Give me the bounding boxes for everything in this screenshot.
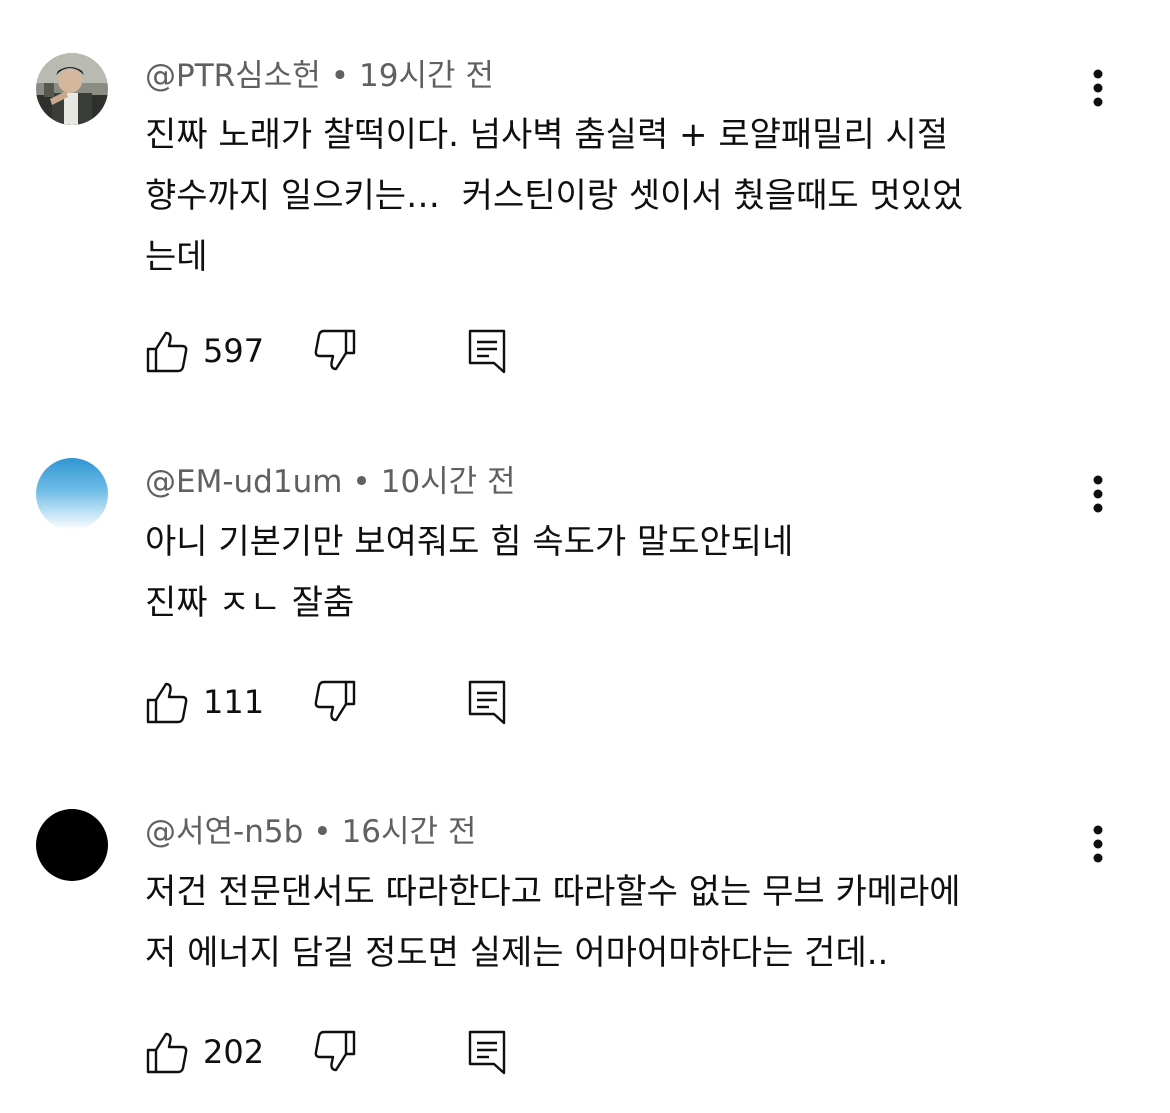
reply-button[interactable] (467, 326, 507, 376)
comment-actions: 111 (145, 677, 545, 727)
reply-button[interactable] (467, 677, 507, 727)
comment-meta: @서연-n5b • 16시간 전 (145, 812, 476, 852)
dislike-button[interactable] (313, 326, 357, 376)
avatar[interactable] (36, 53, 108, 125)
dislike-button[interactable] (313, 677, 357, 727)
comment-time[interactable]: 10시간 전 (381, 464, 516, 500)
thumbs-down-icon (314, 1030, 356, 1072)
comment-text: 저건 전문댄서도 따라한다고 따라할수 없는 무브 카메라에 저 에너지 담길 … (145, 872, 961, 973)
dislike-button[interactable] (313, 1027, 357, 1077)
more-options-button[interactable] (1080, 66, 1116, 110)
avatar-black (36, 809, 108, 881)
like-button[interactable]: 111 (145, 677, 264, 727)
thumbs-down-icon (314, 680, 356, 722)
comment-time[interactable]: 19시간 전 (359, 58, 494, 94)
thumbs-up-icon (146, 682, 188, 724)
comment-actions: 202 (145, 1027, 545, 1077)
comment-text: 아니 기본기만 보여줘도 힘 속도가 말도안되네 진짜 ㅈㄴ 잘춤 (145, 522, 794, 623)
more-vert-icon (1093, 475, 1103, 513)
comment-text: 진짜 노래가 찰떡이다. 넘사벽 춤실력 + 로얄패밀리 시절 향수까지 일으키… (145, 115, 964, 277)
more-options-button[interactable] (1080, 822, 1116, 866)
thumbs-up-icon (146, 331, 188, 373)
avatar-photo (36, 53, 108, 125)
like-count: 202 (203, 1033, 265, 1071)
reply-button[interactable] (467, 1027, 507, 1077)
meta-separator: • (313, 814, 332, 850)
avatar-gradient (36, 458, 108, 530)
comment-actions: 597 (145, 326, 545, 376)
like-button[interactable]: 202 (145, 1027, 264, 1077)
like-button[interactable]: 597 (145, 326, 264, 376)
like-count: 597 (203, 332, 265, 370)
thumbs-down-icon (314, 329, 356, 371)
comment-time[interactable]: 16시간 전 (342, 814, 477, 850)
more-vert-icon (1093, 69, 1103, 107)
thumbs-up-icon (146, 1032, 188, 1074)
comment-author[interactable]: @EM-ud1um (145, 464, 342, 500)
comment-author[interactable]: @PTR심소헌 (145, 58, 321, 94)
like-count: 111 (203, 683, 265, 721)
avatar[interactable] (36, 458, 108, 530)
more-vert-icon (1093, 825, 1103, 863)
more-options-button[interactable] (1080, 472, 1116, 516)
comment-meta: @EM-ud1um • 10시간 전 (145, 462, 516, 502)
meta-separator: • (352, 464, 371, 500)
reply-icon (468, 680, 506, 725)
comment-meta: @PTR심소헌 • 19시간 전 (145, 56, 494, 96)
reply-icon (468, 329, 506, 374)
reply-icon (468, 1030, 506, 1075)
meta-separator: • (330, 58, 350, 94)
comment-author[interactable]: @서연-n5b (145, 814, 303, 850)
avatar[interactable] (36, 809, 108, 881)
